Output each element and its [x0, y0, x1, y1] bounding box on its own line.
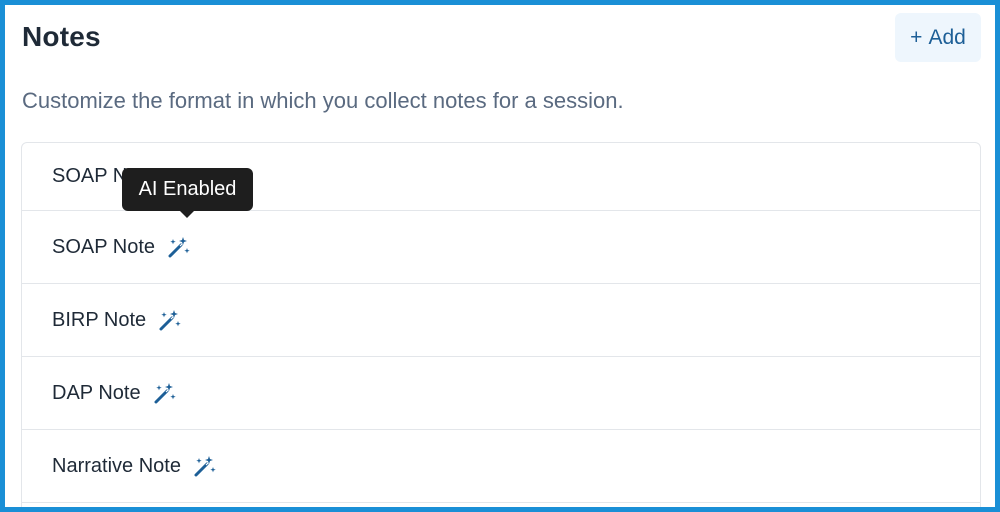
page-subtitle: Customize the format in which you collec… — [22, 88, 624, 113]
magic-wand-sparkles-icon[interactable] — [167, 235, 191, 259]
magic-wand-sparkles-icon[interactable] — [158, 308, 182, 332]
add-note-button[interactable]: + Add — [895, 13, 981, 62]
note-label: SOAP Note — [52, 235, 156, 258]
page-title: Notes — [22, 21, 101, 52]
tooltip-arrow — [179, 210, 195, 218]
note-label: DAP Note — [52, 381, 141, 404]
ai-enabled-tooltip: AI Enabled — [122, 168, 253, 211]
plus-icon: + — [910, 25, 923, 49]
note-label: BIRP Note — [52, 308, 147, 331]
list-item[interactable]: Narrative Note — [22, 430, 980, 503]
list-item[interactable]: DAP Note — [22, 357, 980, 430]
magic-wand-sparkles-icon[interactable] — [193, 454, 217, 478]
list-item[interactable]: SOAP Note — [22, 211, 980, 284]
add-button-label: Add — [928, 25, 966, 49]
note-label: Narrative Note — [52, 454, 181, 477]
list-item[interactable]: BIRP Note — [22, 284, 980, 357]
notes-settings-panel: Notes + Add Customize the format in whic… — [0, 0, 1000, 512]
magic-wand-sparkles-icon[interactable] — [153, 381, 177, 405]
